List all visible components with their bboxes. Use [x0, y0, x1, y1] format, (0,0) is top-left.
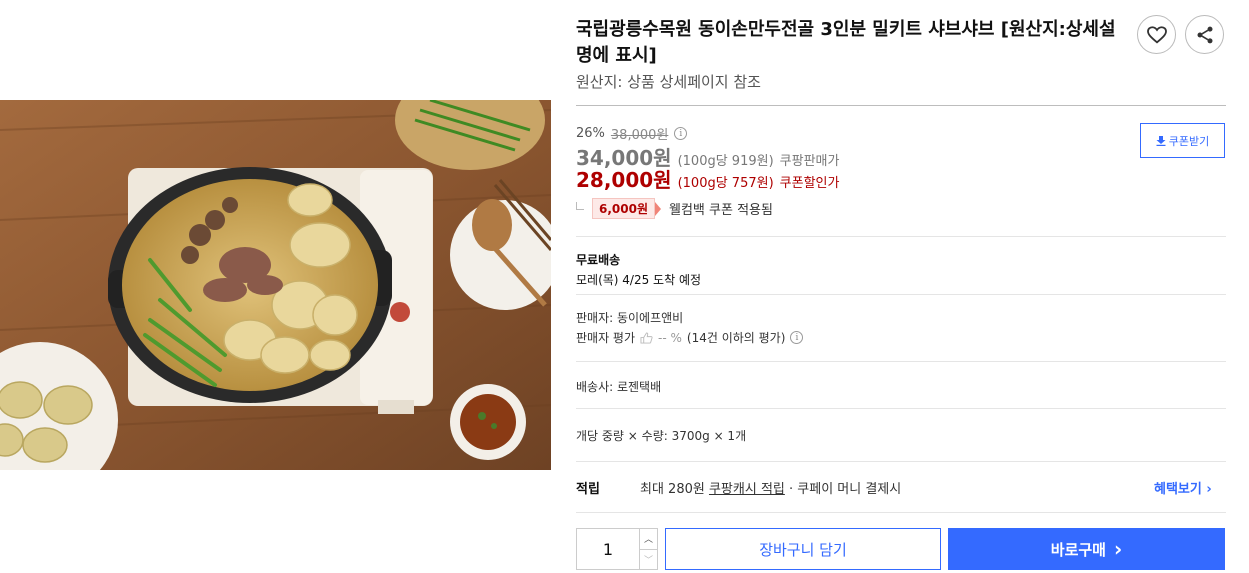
product-title: 국립광릉수목원 동이손만두전골 3인분 밀키트 샤브샤브 [원산지:상세설명에 … — [576, 19, 1116, 66]
quantity-input[interactable] — [577, 529, 639, 569]
discount-row: 26% 38,000원 i — [576, 124, 688, 143]
welcome-coupon-badge: 6,000원 — [592, 198, 661, 219]
thumbs-up-icon — [640, 331, 653, 344]
quantity-stepper: ︿ ﹀ — [576, 528, 658, 570]
share-icon — [1197, 26, 1212, 43]
buy-now-button[interactable]: 바로구매 › — [948, 528, 1225, 570]
buy-now-label: 바로구매 — [1050, 540, 1106, 559]
coupon-price-row: 28,000원 (100g당 757원) 쿠폰할인가 — [576, 164, 839, 193]
chevron-right-icon: › — [1206, 482, 1212, 497]
add-to-cart-button[interactable]: 장바구니 담기 — [665, 528, 941, 570]
get-coupon-button[interactable]: 쿠폰받기 — [1140, 123, 1225, 158]
divider — [576, 408, 1226, 409]
seller-name: 판매자: 동이에프앤비 — [576, 311, 684, 325]
tree-connector — [576, 201, 584, 210]
divider — [576, 294, 1226, 295]
view-benefits-label: 혜택보기 — [1154, 482, 1202, 497]
coupon-price: 28,000원 — [576, 168, 672, 192]
info-icon[interactable]: i — [674, 127, 688, 140]
origin-text: 원산지: 상품 상세페이지 참조 — [576, 73, 761, 91]
courier-info: 배송사: 로젠택배 — [576, 380, 662, 394]
seller-rating-row: 판매자 평가 -- % (14건 이하의 평가) i — [576, 329, 804, 346]
view-benefits-link[interactable]: 혜택보기 › — [1154, 478, 1212, 497]
chevron-up-icon[interactable]: ︿ — [640, 529, 657, 549]
heart-icon — [1146, 25, 1167, 44]
get-coupon-label: 쿠폰받기 — [1168, 134, 1210, 148]
chevron-right-icon: › — [1113, 537, 1123, 561]
weight-quantity: 개당 중량 × 수량: 3700g × 1개 — [576, 429, 747, 443]
reward-prefix: 최대 280원 — [640, 482, 705, 497]
seller-rating-label: 판매자 평가 — [576, 331, 636, 345]
seller-rating-value: -- % — [658, 330, 682, 345]
welcome-coupon-text: 웰컴백 쿠폰 적용됨 — [669, 203, 773, 218]
divider — [576, 512, 1226, 513]
coupon-price-label: 쿠폰할인가 — [779, 176, 840, 191]
seller-rating-note: (14건 이하의 평가) — [686, 331, 786, 345]
original-price: 38,000원 — [610, 128, 669, 143]
share-button[interactable] — [1185, 15, 1224, 54]
divider — [576, 236, 1226, 237]
divider — [576, 105, 1226, 106]
chevron-down-icon[interactable]: ﹀ — [640, 548, 657, 570]
info-icon[interactable]: i — [790, 331, 804, 344]
reward-text: 최대 280원 쿠팡캐시 적립 · 쿠페이 머니 결제시 — [640, 478, 901, 497]
welcome-coupon-row: 6,000원 웰컴백 쿠폰 적용됨 — [576, 198, 773, 219]
reward-label: 적립 — [576, 482, 600, 497]
quantity-arrows: ︿ ﹀ — [639, 529, 657, 569]
shipping-title: 무료배송 — [576, 253, 621, 267]
divider — [576, 461, 1226, 462]
download-icon — [1156, 135, 1166, 146]
discount-rate: 26% — [576, 126, 605, 141]
reward-suffix: · 쿠페이 머니 결제시 — [789, 482, 902, 497]
product-image[interactable] — [0, 100, 551, 470]
arrival-date: 모레(목) 4/25 도착 예정 — [576, 273, 702, 287]
divider — [576, 361, 1226, 362]
coupon-unit-price: (100g당 757원) — [677, 176, 774, 191]
coupang-cash-link[interactable]: 쿠팡캐시 적립 — [709, 482, 785, 497]
wishlist-button[interactable] — [1137, 15, 1176, 54]
